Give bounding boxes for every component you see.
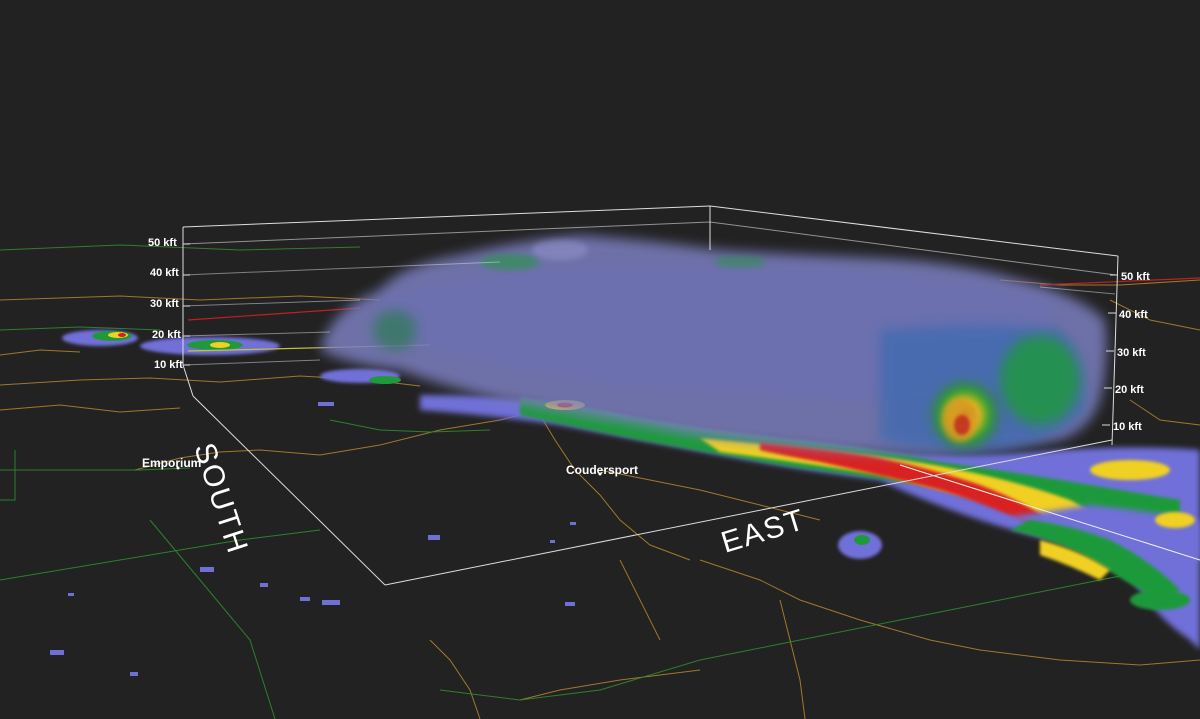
alt-left-10: 10 kft: [154, 359, 183, 371]
alt-right-50: 50 kft: [1121, 271, 1150, 283]
storm-volume: [320, 235, 1107, 455]
compass-south: SOUTH: [187, 439, 254, 559]
alt-right-30: 30 kft: [1117, 347, 1146, 359]
radar-scene: 50 kft 40 kft 30 kft 20 kft 10 kft 50 kf…: [0, 205, 1200, 719]
alt-right-40: 40 kft: [1119, 309, 1148, 321]
alt-right-10: 10 kft: [1113, 421, 1142, 433]
alt-left-50: 50 kft: [148, 237, 177, 249]
compass-east: EAST: [717, 503, 809, 560]
place-coudersport: Coudersport: [566, 463, 638, 477]
alt-left-20: 20 kft: [152, 329, 181, 341]
altitude-scale-right: 50 kft 40 kft 30 kft 20 kft 10 kft: [1113, 271, 1150, 433]
radar-3d-viewport[interactable]: 50 kft 40 kft 30 kft 20 kft 10 kft 50 kf…: [0, 0, 1200, 719]
alt-left-30: 30 kft: [150, 298, 179, 310]
alt-right-20: 20 kft: [1115, 384, 1144, 396]
alt-left-40: 40 kft: [150, 267, 179, 279]
